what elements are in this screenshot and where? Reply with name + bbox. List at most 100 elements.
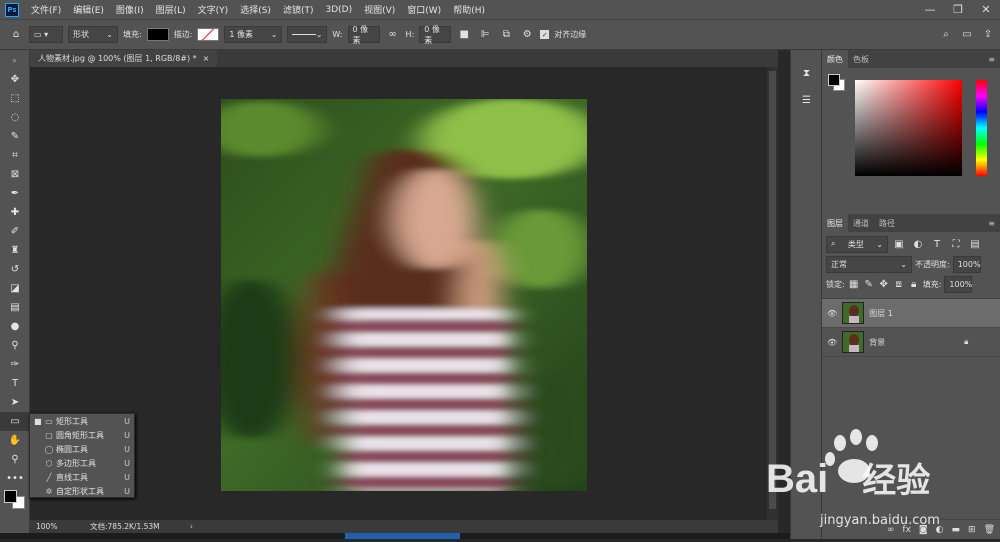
width-field[interactable]: 0 像素 — [347, 25, 380, 45]
marquee-tool-icon[interactable]: ⬚ — [0, 89, 30, 108]
shape-filter-icon[interactable]: ⛶ — [948, 236, 964, 252]
frame-tool-icon[interactable]: ⊠ — [0, 165, 30, 184]
foreground-color-swatch[interactable] — [4, 490, 17, 503]
menu-help[interactable]: 帮助(H) — [447, 3, 491, 16]
history-brush-tool-icon[interactable]: ↺ — [0, 260, 30, 279]
zoom-tool-icon[interactable]: ⚲ — [0, 450, 30, 469]
rectangle-tool-icon[interactable]: ▭ — [0, 412, 30, 431]
minimize-button[interactable]: — — [916, 0, 944, 19]
saturation-brightness-field[interactable] — [855, 80, 962, 176]
eraser-tool-icon[interactable]: ◪ — [0, 279, 30, 298]
close-tab-icon[interactable]: × — [203, 54, 210, 63]
pen-tool-icon[interactable]: ✑ — [0, 355, 30, 374]
menu-edit[interactable]: 编辑(E) — [67, 3, 110, 16]
zoom-level[interactable]: 100% — [30, 522, 80, 531]
lock-position-icon[interactable]: ✥ — [878, 276, 890, 292]
gradient-tool-icon[interactable]: ▤ — [0, 298, 30, 317]
restore-button[interactable]: ❐ — [944, 0, 972, 19]
history-panel-icon[interactable]: ⧗ — [791, 64, 822, 83]
lock-transparency-icon[interactable]: ▦ — [848, 276, 860, 292]
tab-channels[interactable]: 通道 — [848, 214, 874, 232]
new-layer-icon[interactable]: ⊞ — [968, 525, 976, 535]
path-arrangement-icon[interactable]: ⧉ — [498, 27, 514, 43]
flyout-item-line[interactable]: ╱ 直线工具 U — [30, 470, 134, 484]
flyout-item-polygon[interactable]: ⬡ 多边形工具 U — [30, 456, 134, 470]
move-tool-icon[interactable]: ✥ — [0, 70, 30, 89]
menu-type[interactable]: 文字(Y) — [192, 3, 235, 16]
type-filter-icon[interactable]: T — [929, 236, 945, 252]
path-selection-tool-icon[interactable]: ➤ — [0, 393, 30, 412]
stroke-swatch[interactable] — [197, 28, 220, 41]
stroke-width-field[interactable]: 1 像素 ⌄ — [224, 26, 283, 43]
layer-row[interactable]: 👁︎ 图层 1 — [822, 299, 1000, 328]
tab-paths[interactable]: 路径 — [874, 214, 900, 232]
menu-view[interactable]: 视图(V) — [358, 3, 401, 16]
trash-icon[interactable]: 🗑︎ — [984, 525, 995, 535]
tab-layers[interactable]: 图层 — [822, 214, 848, 232]
layer-filter-select[interactable]: ⌕ 类型 ⌄ — [826, 235, 888, 253]
stroke-type-select[interactable]: ⌄ — [287, 26, 328, 43]
lasso-tool-icon[interactable]: ◌ — [0, 108, 30, 127]
layer-name[interactable]: 背景 — [869, 337, 959, 348]
fill-field[interactable]: 100% — [944, 275, 973, 293]
dodge-tool-icon[interactable]: ⚲ — [0, 336, 30, 355]
link-layers-icon[interactable]: ∞ — [887, 525, 895, 535]
brush-tool-icon[interactable]: ✐ — [0, 222, 30, 241]
link-icon[interactable]: ∞ — [385, 27, 401, 43]
eyedropper-tool-icon[interactable]: ✒ — [0, 184, 30, 203]
menu-layer[interactable]: 图层(L) — [150, 3, 192, 16]
layer-name[interactable]: 图层 1 — [869, 308, 893, 319]
clone-stamp-tool-icon[interactable]: ♜ — [0, 241, 30, 260]
smart-object-filter-icon[interactable]: ▤ — [967, 236, 983, 252]
adjustment-filter-icon[interactable]: ◐ — [910, 236, 926, 252]
path-alignment-icon[interactable]: ⊫ — [477, 27, 493, 43]
lock-artboard-icon[interactable]: ⧈ — [893, 276, 905, 292]
opacity-field[interactable]: 100% — [952, 255, 981, 273]
blur-tool-icon[interactable]: ● — [0, 317, 30, 336]
healing-brush-tool-icon[interactable]: ✚ — [0, 203, 30, 222]
layer-mask-icon[interactable]: ◙ — [919, 525, 928, 535]
layer-style-icon[interactable]: fx — [902, 525, 911, 535]
lock-all-icon[interactable]: 🔒︎ — [908, 276, 920, 292]
eye-icon[interactable]: 👁︎ — [827, 338, 837, 347]
document-tab[interactable]: 人物素材.jpg @ 100% (图层 1, RGB/8#) * × — [30, 50, 218, 67]
flyout-item-custom-shape[interactable]: ✲ 自定形状工具 U — [30, 484, 134, 498]
hue-slider[interactable] — [976, 80, 987, 176]
collapse-icon[interactable]: » — [0, 50, 29, 70]
more-tools-icon[interactable]: ••• — [0, 469, 30, 488]
quick-select-tool-icon[interactable]: ✎ — [0, 127, 30, 146]
gear-icon[interactable]: ⚙ — [519, 27, 535, 43]
new-group-icon[interactable]: ▬ — [952, 525, 961, 535]
type-tool-icon[interactable]: T — [0, 374, 30, 393]
share-icon[interactable]: ⇪ — [980, 27, 996, 43]
pixel-filter-icon[interactable]: ▣ — [891, 236, 907, 252]
menu-file[interactable]: 文件(F) — [25, 3, 67, 16]
lock-pixels-icon[interactable]: ✎ — [863, 276, 875, 292]
layer-row[interactable]: 👁︎ 背景 🔒︎ — [822, 328, 1000, 357]
menu-select[interactable]: 选择(S) — [234, 3, 277, 16]
status-menu-arrow[interactable]: › — [190, 522, 193, 531]
eye-icon[interactable]: 👁︎ — [827, 309, 837, 318]
close-button[interactable]: ✕ — [972, 0, 1000, 19]
tab-swatches[interactable]: 色板 — [848, 50, 874, 68]
shape-mode-select[interactable]: 形状 ⌄ — [68, 26, 118, 43]
flyout-item-rounded-rectangle[interactable]: ▢ 圆角矩形工具 U — [30, 428, 134, 442]
foreground-color-chip[interactable] — [828, 74, 840, 86]
blend-mode-select[interactable]: 正常 ⌄ — [826, 255, 912, 273]
flyout-item-ellipse[interactable]: ◯ 椭圆工具 U — [30, 442, 134, 456]
scrollbar-thumb[interactable] — [769, 71, 776, 509]
crop-tool-icon[interactable]: ⌗ — [0, 146, 30, 165]
align-edges-checkbox[interactable]: ✓ — [540, 30, 550, 39]
path-operations-icon[interactable]: ■ — [456, 27, 472, 43]
flyout-item-rectangle[interactable]: ■ ▭ 矩形工具 U — [30, 414, 134, 428]
height-field[interactable]: 0 像素 — [419, 25, 452, 45]
panel-menu-icon[interactable]: ≡ — [983, 50, 1000, 68]
vertical-scrollbar[interactable] — [767, 67, 778, 520]
adjustment-layer-icon[interactable]: ◐ — [936, 525, 944, 535]
fill-swatch[interactable] — [146, 28, 169, 41]
menu-image[interactable]: 图像(I) — [110, 3, 150, 16]
menu-3d[interactable]: 3D(D) — [319, 5, 358, 15]
menu-filter[interactable]: 滤镜(T) — [277, 3, 320, 16]
workspace-icon[interactable]: ▭ — [959, 27, 975, 43]
panel-menu-icon[interactable]: ≡ — [983, 214, 1000, 232]
